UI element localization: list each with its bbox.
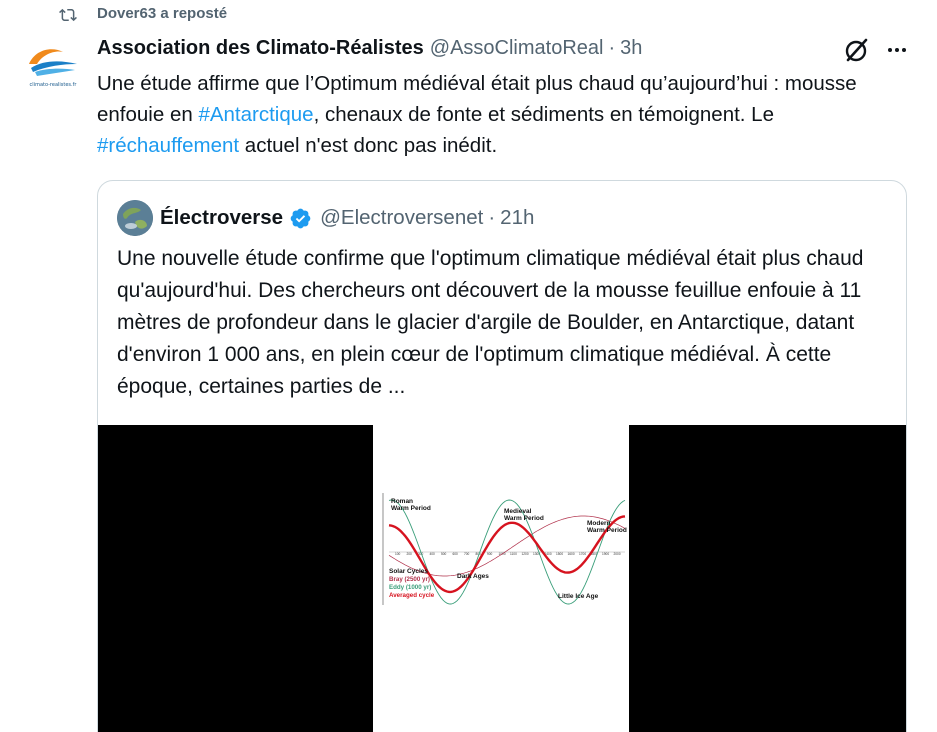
climato-realistes-logo-icon: climato-realistes.fr [21, 34, 85, 98]
hashtag-link[interactable]: #réchauffement [97, 134, 239, 157]
quoted-author-handle[interactable]: @Electroversenet [320, 206, 483, 230]
tweet-text: Une étude affirme que l’Optimum médiéval… [97, 68, 917, 161]
more-options-button[interactable] [883, 36, 911, 64]
axis-tick-label: 1600 [568, 552, 575, 556]
hashtag-link[interactable]: #Antarctique [198, 103, 313, 126]
quoted-tweet-header: Électroverse @Electroversenet · 21h [160, 203, 534, 233]
axis-tick-label: 1200 [522, 552, 529, 556]
solar-cycles-chart-image[interactable]: 100 200 300 400 500 600 700 800 900 1000 1100 1200 1… [373, 425, 629, 732]
quoted-author-display-name[interactable]: Électroverse [160, 206, 283, 230]
repost-icon [59, 8, 77, 22]
axis-tick-label: 500 [441, 552, 447, 556]
solar-cycles-legend-title: Solar Cycles [389, 568, 428, 575]
tweet-timestamp[interactable]: 3h [620, 37, 642, 60]
axis-tick-label: 2000 [614, 552, 621, 556]
legend-eddy: Eddy (1000 yr) [389, 584, 431, 591]
legend-averaged: Averaged cycle [389, 592, 435, 599]
axis-tick-label: 1100 [510, 552, 517, 556]
quoted-tweet-text: Une nouvelle étude confirme que l'optimu… [117, 247, 864, 398]
separator-dot: · [608, 36, 616, 59]
axis-tick-label: 900 [487, 552, 493, 556]
author-display-name[interactable]: Association des Climato-Réalistes [97, 37, 424, 60]
axis-tick-label: 1500 [556, 552, 563, 556]
author-avatar[interactable]: climato-realistes.fr [21, 34, 85, 98]
globe-avatar-icon [117, 200, 153, 236]
little-ice-age-label: Little Ice Age [558, 593, 599, 600]
axis-tick-label: 700 [464, 552, 470, 556]
legend-bray: Bray (2500 yr) [389, 576, 430, 583]
more-icon [888, 48, 906, 52]
quoted-tweet-media[interactable]: 100 200 300 400 500 600 700 800 900 1000 1100 1200 1… [98, 425, 906, 732]
quoted-author-avatar[interactable] [117, 200, 153, 236]
quoted-tweet-card[interactable]: Électroverse @Electroversenet · 21h Une … [97, 180, 907, 732]
chart-graphic: 100 200 300 400 500 600 700 800 900 1000 1100 1200 1… [373, 425, 629, 732]
axis-tick-label: 100 [395, 552, 401, 556]
dark-ages-label: Dark Ages [457, 573, 489, 580]
repost-label[interactable]: Dover63 a reposté [97, 4, 227, 24]
axis-tick-label: 200 [407, 552, 413, 556]
quoted-tweet-timestamp[interactable]: 21h [500, 206, 534, 230]
grok-button[interactable] [843, 36, 871, 64]
axis-tick-label: 600 [453, 552, 459, 556]
tweet-header: Association des Climato-Réalistes @AssoC… [97, 34, 917, 62]
axis-tick-label: 400 [430, 552, 436, 556]
tweet-text-part: actuel n'est donc pas inédit. [239, 134, 498, 157]
verified-badge-icon[interactable] [289, 207, 312, 230]
axis-tick-label: 1900 [602, 552, 609, 556]
author-handle[interactable]: @AssoClimatoReal [430, 37, 604, 60]
grok-icon [845, 38, 868, 62]
tweet-text-part: , chenaux de fonte et sédiments en témoi… [313, 103, 774, 126]
separator-dot: · [488, 206, 496, 229]
axis-tick-label: 1700 [579, 552, 586, 556]
svg-text:climato-realistes.fr: climato-realistes.fr [30, 82, 78, 88]
